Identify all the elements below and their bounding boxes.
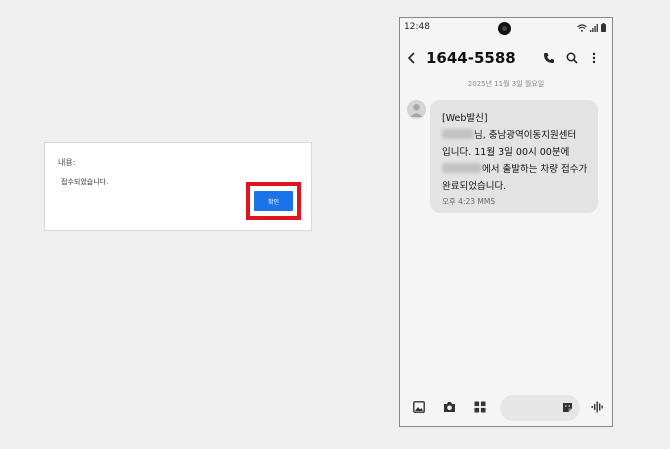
voice-icon[interactable] (591, 401, 605, 413)
message-input[interactable] (500, 395, 580, 421)
camera-icon[interactable] (443, 401, 456, 413)
highlight-box: 확인 (246, 182, 301, 220)
person-icon (410, 104, 423, 117)
message-text: 님, 충남광역이동지원센터 (474, 130, 577, 141)
apps-icon[interactable] (474, 401, 486, 413)
contact-number: 1644-5588 (426, 49, 516, 67)
message-line: 에서 출발하는 차량 접수가 (442, 161, 587, 175)
sticker-icon[interactable] (562, 402, 573, 413)
date-separator: 2025년 11월 3일 월요일 (467, 80, 545, 88)
phone-screen: 12:48 1644-5588 2025년 11월 3일 월요일 [Web발신]… (399, 17, 613, 427)
status-icons (577, 23, 606, 32)
message-line: 입니다. 11월 3일 00시 00분에 (442, 147, 570, 158)
message-timestamp: 오후 4:23 MMS (442, 197, 496, 206)
message-bubble[interactable]: [Web발신] 님, 충남광역이동지원센터 입니다. 11월 3일 00시 00… (430, 100, 598, 213)
status-bar: 12:48 (400, 18, 612, 38)
front-camera (498, 22, 511, 35)
gallery-icon[interactable] (413, 401, 425, 413)
dialog-message: 접수되었습니다. (61, 178, 109, 186)
dialog-title: 내용: (58, 158, 76, 167)
message-line: 완료되었습니다. (442, 181, 507, 192)
confirm-button[interactable]: 확인 (254, 191, 293, 211)
search-icon[interactable] (566, 52, 578, 64)
back-arrow-icon[interactable] (407, 52, 417, 64)
status-time: 12:48 (404, 22, 430, 32)
compose-bar (400, 392, 612, 422)
signal-icon (590, 23, 598, 32)
wifi-icon (577, 23, 587, 32)
app-bar: 1644-5588 (400, 46, 612, 74)
redacted-name (442, 129, 474, 139)
avatar (407, 100, 426, 119)
message-line: 님, 충남광역이동지원센터 (442, 127, 576, 141)
phone-icon[interactable] (543, 52, 555, 64)
confirmation-dialog: 내용: 접수되었습니다. 확인 (44, 142, 312, 231)
redacted-location (442, 163, 482, 173)
message-text: 에서 출발하는 차량 접수가 (482, 164, 588, 175)
message-line: [Web발신] (442, 113, 488, 124)
battery-icon (601, 23, 606, 32)
more-icon[interactable] (592, 52, 596, 64)
